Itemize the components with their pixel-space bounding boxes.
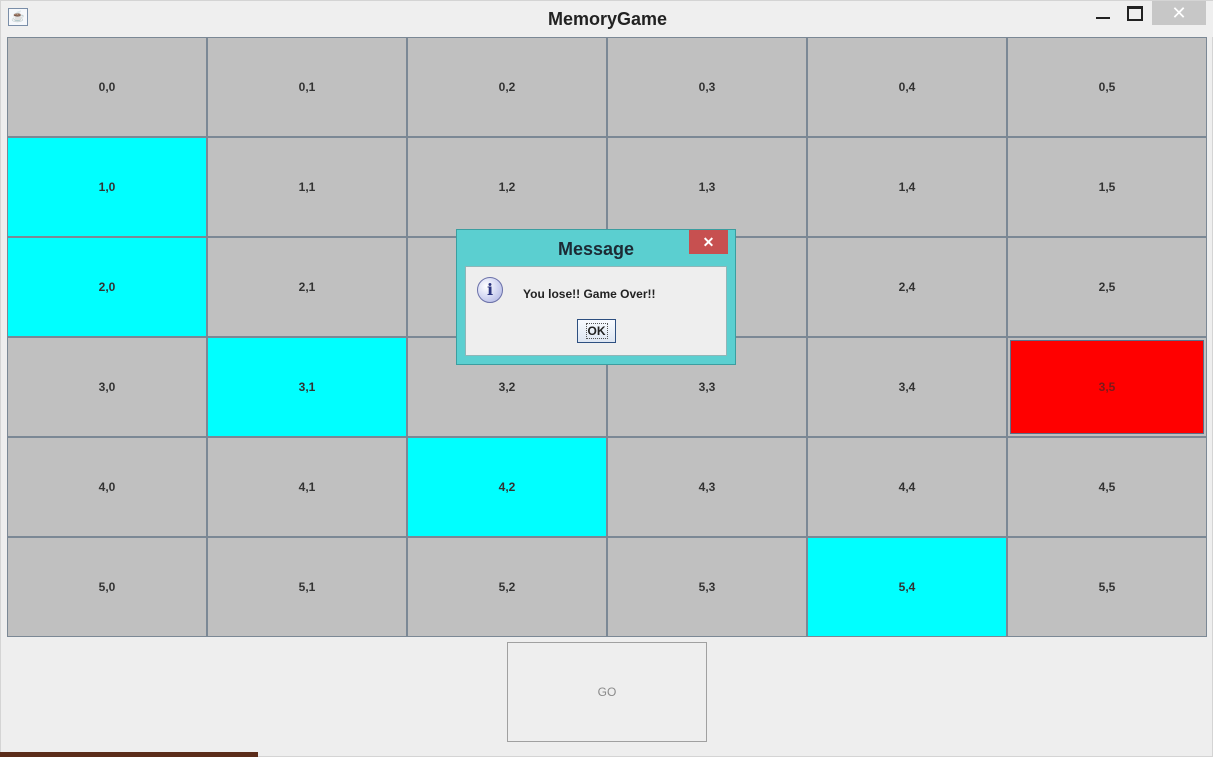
grid-cell-2-1[interactable]: 2,1 — [207, 237, 407, 337]
grid-cell-label: 5,2 — [498, 580, 516, 594]
grid-cell-label: 4,5 — [1098, 480, 1116, 494]
grid-cell-label: 5,4 — [898, 580, 916, 594]
grid-cell-label: 5,3 — [698, 580, 716, 594]
grid-cell-label: 0,2 — [498, 80, 516, 94]
grid-cell-1-2[interactable]: 1,2 — [407, 137, 607, 237]
grid-cell-label: 3,1 — [298, 380, 316, 394]
grid-cell-2-4[interactable]: 2,4 — [807, 237, 1007, 337]
grid-cell-label: 0,4 — [898, 80, 916, 94]
grid-cell-4-0[interactable]: 4,0 — [7, 437, 207, 537]
grid-cell-0-5[interactable]: 0,5 — [1007, 37, 1207, 137]
grid-cell-label: 3,5 — [1010, 340, 1204, 434]
grid-cell-label: 1,2 — [498, 180, 516, 194]
grid-cell-label: 0,0 — [98, 80, 116, 94]
grid-cell-5-1[interactable]: 5,1 — [207, 537, 407, 637]
grid-cell-0-4[interactable]: 0,4 — [807, 37, 1007, 137]
grid-cell-5-4[interactable]: 5,4 — [807, 537, 1007, 637]
go-button[interactable]: GO — [507, 642, 707, 742]
grid-cell-label: 3,2 — [498, 380, 516, 394]
grid-cell-label: 4,3 — [698, 480, 716, 494]
grid-cell-label: 2,0 — [98, 280, 116, 294]
grid-cell-5-5[interactable]: 5,5 — [1007, 537, 1207, 637]
ok-button[interactable]: OK — [577, 319, 616, 343]
grid-cell-5-3[interactable]: 5,3 — [607, 537, 807, 637]
grid-cell-label: 1,1 — [298, 180, 316, 194]
grid-cell-label: 1,0 — [98, 180, 116, 194]
memory-game-window: ☕ MemoryGame ✕ 0,0 0,1 0,2 0,3 0,4 0,5 1,0 1,1 1… — [0, 0, 1213, 757]
maximize-button[interactable] — [1123, 1, 1145, 25]
grid-cell-0-3[interactable]: 0,3 — [607, 37, 807, 137]
minimize-button[interactable] — [1092, 1, 1114, 25]
grid-cell-0-2[interactable]: 0,2 — [407, 37, 607, 137]
window-title: MemoryGame — [547, 9, 668, 29]
grid-cell-label: 4,4 — [898, 480, 916, 494]
grid-cell-label: 3,4 — [898, 380, 916, 394]
grid-cell-1-5[interactable]: 1,5 — [1007, 137, 1207, 237]
title-bar[interactable]: ☕ MemoryGame ✕ — [1, 1, 1213, 37]
grid-cell-label: 2,4 — [898, 280, 916, 294]
grid-cell-1-0[interactable]: 1,0 — [7, 137, 207, 237]
grid-cell-label: 5,5 — [1098, 580, 1116, 594]
grid-cell-2-5[interactable]: 2,5 — [1007, 237, 1207, 337]
grid-cell-label: 5,0 — [98, 580, 116, 594]
grid-cell-3-4[interactable]: 3,4 — [807, 337, 1007, 437]
grid-cell-label: 2,1 — [298, 280, 316, 294]
ok-button-label: OK — [585, 323, 608, 339]
grid-cell-label: 1,4 — [898, 180, 916, 194]
grid-cell-0-0[interactable]: 0,0 — [7, 37, 207, 137]
close-button[interactable]: ✕ — [1152, 1, 1206, 25]
grid-cell-3-5[interactable]: 3,5 — [1007, 337, 1207, 437]
grid-cell-1-4[interactable]: 1,4 — [807, 137, 1007, 237]
grid-cell-label: 0,3 — [698, 80, 716, 94]
grid-cell-label: 4,0 — [98, 480, 116, 494]
grid-cell-label: 3,3 — [698, 380, 716, 394]
grid-cell-4-2[interactable]: 4,2 — [407, 437, 607, 537]
grid-cell-4-3[interactable]: 4,3 — [607, 437, 807, 537]
bottom-panel: GO — [7, 637, 1207, 747]
taskbar-strip — [0, 752, 258, 757]
grid-cell-0-1[interactable]: 0,1 — [207, 37, 407, 137]
grid-cell-3-0[interactable]: 3,0 — [7, 337, 207, 437]
grid-cell-1-3[interactable]: 1,3 — [607, 137, 807, 237]
grid-cell-label: 0,1 — [298, 80, 316, 94]
grid-cell-label: 1,5 — [1098, 180, 1116, 194]
grid-cell-label: 2,5 — [1098, 280, 1116, 294]
grid-cell-label: 4,2 — [498, 480, 516, 494]
grid-cell-5-2[interactable]: 5,2 — [407, 537, 607, 637]
info-icon: i — [477, 277, 503, 303]
grid-cell-label: 1,3 — [698, 180, 716, 194]
grid-cell-4-5[interactable]: 4,5 — [1007, 437, 1207, 537]
grid-cell-2-0[interactable]: 2,0 — [7, 237, 207, 337]
message-dialog: Message ✕ i You lose!! Game Over!! OK — [456, 229, 736, 365]
grid-cell-3-1[interactable]: 3,1 — [207, 337, 407, 437]
dialog-body: i You lose!! Game Over!! OK — [465, 266, 727, 356]
grid-cell-5-0[interactable]: 5,0 — [7, 537, 207, 637]
grid-cell-label: 4,1 — [298, 480, 316, 494]
grid-cell-label: 3,0 — [98, 380, 116, 394]
grid-cell-label: 0,5 — [1098, 80, 1116, 94]
dialog-message: You lose!! Game Over!! — [523, 287, 656, 301]
grid-cell-4-1[interactable]: 4,1 — [207, 437, 407, 537]
dialog-close-button[interactable]: ✕ — [689, 230, 728, 254]
grid-cell-4-4[interactable]: 4,4 — [807, 437, 1007, 537]
grid-cell-1-1[interactable]: 1,1 — [207, 137, 407, 237]
grid-cell-label: 5,1 — [298, 580, 316, 594]
